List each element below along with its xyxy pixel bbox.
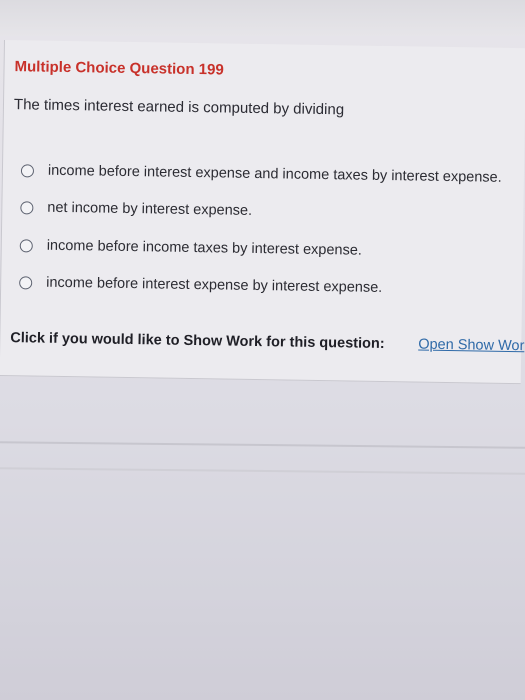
radio-button-icon[interactable] — [20, 200, 34, 214]
radio-button-icon[interactable] — [19, 238, 33, 252]
answer-option-3[interactable]: income before income taxes by interest e… — [19, 233, 525, 265]
question-prompt: The times interest earned is computed by… — [13, 96, 345, 119]
open-show-work-link[interactable]: Open Show Wor — [418, 337, 524, 355]
radio-button-icon[interactable] — [19, 275, 33, 289]
show-work-prompt: Click if you would like to Show Work for… — [10, 330, 385, 353]
answer-option-label: income before interest expense and incom… — [47, 162, 502, 186]
answer-option-label: income before income taxes by interest e… — [46, 237, 363, 259]
radio-button-icon[interactable] — [20, 163, 35, 177]
question-title: Multiple Choice Question 199 — [14, 58, 224, 79]
answer-option-4[interactable]: income before interest expense by intere… — [19, 270, 525, 302]
answer-option-2[interactable]: net income by interest expense. — [20, 195, 525, 227]
answer-option-label: net income by interest expense. — [47, 199, 253, 219]
browser-top-strip — [0, 0, 525, 36]
answer-option-label: income before interest expense by intere… — [46, 274, 383, 296]
question-panel: Multiple Choice Question 199 The times i… — [0, 40, 525, 385]
answer-option-1[interactable]: income before interest expense and incom… — [20, 158, 525, 190]
show-work-row: Click if you would like to Show Work for… — [10, 330, 525, 354]
section-divider — [0, 467, 525, 475]
section-divider — [0, 441, 525, 449]
